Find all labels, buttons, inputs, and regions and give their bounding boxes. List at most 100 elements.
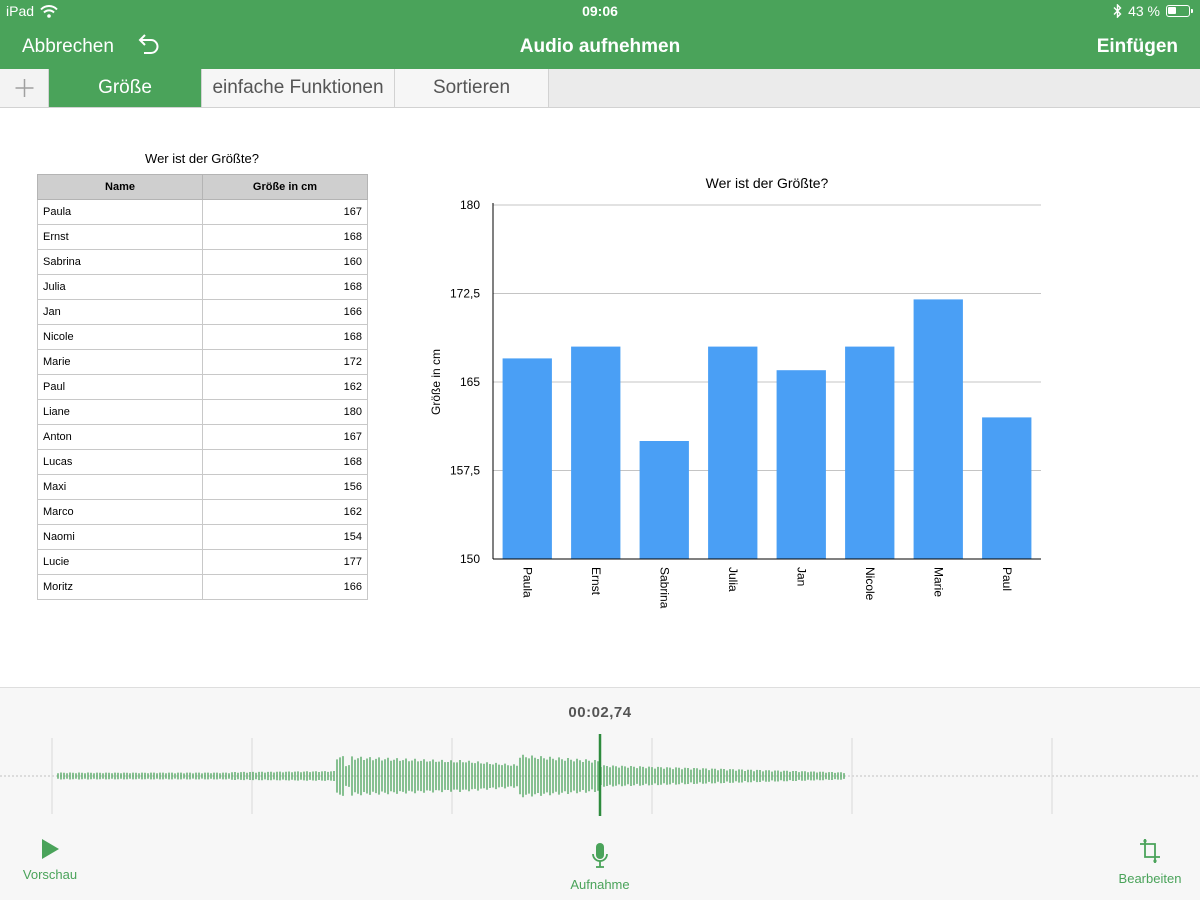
cell-height[interactable]: 162 [202, 499, 368, 525]
cell-name[interactable]: Jan [37, 299, 203, 325]
bar-chart[interactable]: 150 157,5 165 172,5 180 Paula Ernst Sabrina Juli… [420, 195, 1060, 625]
table-row[interactable]: Sabrina 160 [37, 249, 368, 275]
sheet-tab-bar: Größe einfache Funktionen Sortieren [0, 69, 1200, 108]
table-row[interactable]: Lucie 177 [37, 549, 368, 575]
table-row[interactable]: Liane 180 [37, 399, 368, 425]
cell-name[interactable]: Anton [37, 424, 203, 450]
y-tick-label: 165 [460, 375, 480, 389]
navigation-bar: Abbrechen Audio aufnehmen Einfügen [0, 22, 1200, 69]
table-row[interactable]: Anton 167 [37, 424, 368, 450]
table-row[interactable]: Maxi 156 [37, 474, 368, 500]
x-tick-label: Paul [1000, 567, 1014, 591]
column-header-height[interactable]: Größe in cm [202, 174, 368, 200]
cell-height[interactable]: 168 [202, 324, 368, 350]
bar-ernst [571, 346, 621, 559]
tab-sortieren[interactable]: Sortieren [395, 69, 549, 107]
preview-label: Vorschau [22, 867, 78, 882]
table-header-row: Name Größe in cm [37, 174, 368, 200]
table-row[interactable]: Lucas 168 [37, 449, 368, 475]
table-row[interactable]: Paula 167 [37, 199, 368, 225]
table-row[interactable]: Julia 168 [37, 274, 368, 300]
table-row[interactable]: Moritz 166 [37, 574, 368, 600]
record-button[interactable]: Aufnahme [555, 842, 645, 892]
table-row[interactable]: Ernst 168 [37, 224, 368, 250]
bar-marie [913, 299, 963, 559]
audio-recorder-panel: 00:02,74 Vorschau Aufnahme Bearbeiten [0, 687, 1200, 900]
y-tick-label: 172,5 [450, 287, 480, 301]
cell-name[interactable]: Liane [37, 399, 203, 425]
bar-julia [708, 346, 758, 559]
tab-groesse[interactable]: Größe [49, 69, 202, 107]
edit-button[interactable]: Bearbeiten [1110, 838, 1190, 886]
x-tick-label: Julia [726, 567, 740, 592]
cell-height[interactable]: 168 [202, 274, 368, 300]
microphone-icon [592, 843, 608, 868]
cell-height[interactable]: 166 [202, 574, 368, 600]
bluetooth-icon [1113, 4, 1122, 18]
table-row[interactable]: Naomi 154 [37, 524, 368, 550]
cell-name[interactable]: Julia [37, 274, 203, 300]
chart-title: Wer ist der Größte? [705, 175, 829, 191]
header-bar: iPad 09:06 43 % Abbrechen Audio aufnehme… [0, 0, 1200, 69]
cell-name[interactable]: Marco [37, 499, 203, 525]
cell-height[interactable]: 167 [202, 199, 368, 225]
x-tick-label: Jan [794, 567, 808, 586]
status-bar: iPad 09:06 43 % [0, 0, 1200, 22]
y-tick-label: 157,5 [450, 464, 480, 478]
battery-percent: 43 % [1128, 3, 1160, 19]
cell-height[interactable]: 154 [202, 524, 368, 550]
battery-fill [1168, 7, 1177, 14]
cell-height[interactable]: 167 [202, 424, 368, 450]
bar-paul [982, 417, 1032, 559]
table-row[interactable]: Nicole 168 [37, 324, 368, 350]
table-row[interactable]: Marie 172 [37, 349, 368, 375]
table-row[interactable]: Marco 162 [37, 499, 368, 525]
bar-paula [502, 358, 552, 559]
edit-label: Bearbeiten [1118, 871, 1182, 886]
page-title: Audio aufnehmen [519, 36, 681, 57]
x-tick-label: Nicole [863, 567, 877, 601]
cell-name[interactable]: Ernst [37, 224, 203, 250]
cell-name[interactable]: Maxi [37, 474, 203, 500]
y-axis-label: Größe in cm [429, 349, 443, 415]
cell-name[interactable]: Paula [37, 199, 203, 225]
cell-name[interactable]: Lucas [37, 449, 203, 475]
plus-icon [15, 79, 34, 97]
cell-height[interactable]: 172 [202, 349, 368, 375]
status-time: 09:06 [582, 3, 618, 19]
bar-sabrina [639, 441, 689, 559]
column-header-name[interactable]: Name [37, 174, 203, 200]
waveform-bars [57, 754, 845, 798]
cell-height[interactable]: 166 [202, 299, 368, 325]
cell-name[interactable]: Paul [37, 374, 203, 400]
cell-name[interactable]: Naomi [37, 524, 203, 550]
table-row[interactable]: Paul 162 [37, 374, 368, 400]
table-title: Wer ist der Größte? [145, 151, 259, 166]
battery-icon [1166, 5, 1193, 17]
cell-height[interactable]: 162 [202, 374, 368, 400]
cell-name[interactable]: Moritz [37, 574, 203, 600]
table-row[interactable]: Jan 166 [37, 299, 368, 325]
x-tick-label: Paula [520, 567, 534, 598]
cell-height[interactable]: 177 [202, 549, 368, 575]
preview-button[interactable]: Vorschau [10, 838, 90, 882]
cell-height[interactable]: 180 [202, 399, 368, 425]
tab-einfache-funktionen[interactable]: einfache Funktionen [202, 69, 395, 107]
x-tick-label: Marie [931, 567, 945, 597]
cell-height[interactable]: 160 [202, 249, 368, 275]
recording-timer: 00:02,74 [568, 704, 632, 721]
cell-name[interactable]: Sabrina [37, 249, 203, 275]
cell-height[interactable]: 168 [202, 449, 368, 475]
x-tick-label: Sabrina [657, 567, 671, 609]
y-tick-label: 180 [460, 198, 480, 212]
cell-name[interactable]: Lucie [37, 549, 203, 575]
audio-waveform[interactable] [0, 730, 1200, 820]
add-sheet-button[interactable] [0, 69, 49, 107]
cell-name[interactable]: Marie [37, 349, 203, 375]
data-table[interactable]: Name Größe in cm Paula 167 Ernst 168 Sabrina… [37, 174, 368, 600]
cell-height[interactable]: 168 [202, 224, 368, 250]
cell-height[interactable]: 156 [202, 474, 368, 500]
insert-button[interactable]: Einfügen [1097, 36, 1178, 58]
cell-name[interactable]: Nicole [37, 324, 203, 350]
bar-nicole [845, 346, 895, 559]
